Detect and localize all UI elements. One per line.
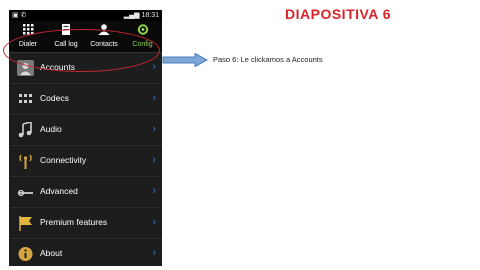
menu-item-label: Premium features	[40, 217, 108, 227]
highlight-circle	[3, 29, 160, 72]
menu-item-premium-features[interactable]: Premium features ›	[9, 208, 162, 239]
connectivity-icon	[19, 154, 32, 169]
instruction-caption: Paso 6: Le clickamos a Accounts	[213, 55, 323, 64]
status-bar: ▣ ✆ ▂▄▆ 18:31	[9, 10, 162, 21]
menu-item-label: Audio	[40, 124, 62, 134]
status-time: 18:31	[141, 12, 159, 19]
menu-item-label: About	[40, 248, 63, 258]
menu-item-label: Connectivity	[40, 155, 87, 165]
chevron-right-icon: ›	[152, 247, 156, 259]
menu-item-codecs[interactable]: Codecs ›	[9, 84, 162, 115]
chevron-right-icon: ›	[152, 185, 156, 197]
arrow-right-icon	[162, 53, 208, 67]
chevron-right-icon: ›	[152, 216, 156, 228]
advanced-icon	[17, 189, 33, 197]
codecs-icon	[19, 94, 32, 103]
chevron-right-icon: ›	[152, 154, 156, 166]
about-icon	[18, 247, 33, 261]
menu-item-label: Codecs	[40, 93, 69, 103]
premium-features-icon	[19, 216, 32, 231]
audio-icon	[18, 122, 32, 138]
chevron-right-icon: ›	[152, 61, 156, 73]
chevron-right-icon: ›	[152, 92, 156, 104]
menu-item-about[interactable]: About ›	[9, 239, 162, 266]
menu-item-label: Advanced	[40, 186, 78, 196]
chevron-right-icon: ›	[152, 123, 156, 135]
notification-icons: ▣ ✆	[12, 12, 27, 19]
slide-title: DIAPOSITIVA 6	[285, 6, 392, 22]
menu-item-connectivity[interactable]: Connectivity ›	[9, 146, 162, 177]
config-icon	[137, 24, 148, 35]
menu-item-audio[interactable]: Audio ›	[9, 115, 162, 146]
menu-item-advanced[interactable]: Advanced ›	[9, 177, 162, 208]
status-right: ▂▄▆ 18:31	[124, 11, 159, 19]
signal-icon: ▂▄▆	[123, 12, 140, 19]
